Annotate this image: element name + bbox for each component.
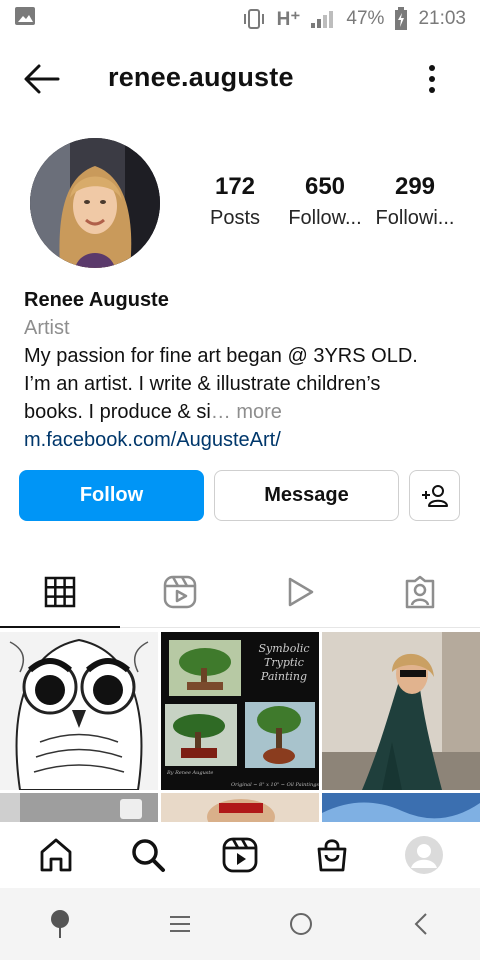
tab-reels[interactable] xyxy=(120,556,240,627)
signal-icon xyxy=(311,11,334,28)
home-button-icon[interactable] xyxy=(288,911,314,937)
tryptic-title-line-3: Painting xyxy=(260,670,308,683)
woman-photo-image xyxy=(322,632,480,790)
recent-apps-icon[interactable] xyxy=(168,912,192,936)
bio-line-2: I’m an artist. I write & illustrate chil… xyxy=(24,373,381,395)
post-thumbnail-tryptic[interactable]: Symbolic Tryptic Painting By Renee Augus… xyxy=(161,632,319,790)
category-label: Artist xyxy=(24,317,70,339)
tagged-icon xyxy=(405,575,435,608)
vibrate-icon xyxy=(243,9,264,29)
posts-count: 172 xyxy=(214,173,256,200)
battery-charging-icon xyxy=(395,7,408,30)
nav-search[interactable] xyxy=(118,825,178,885)
profile-avatar[interactable] xyxy=(30,138,160,268)
system-navigation xyxy=(0,888,480,960)
post-thumbnail-photo[interactable] xyxy=(322,632,480,790)
message-button[interactable]: Message xyxy=(214,470,399,521)
followers-label: Follow... xyxy=(288,207,362,229)
bio-ellipsis: … xyxy=(210,401,231,423)
bio-more-link[interactable]: more xyxy=(236,401,282,423)
reels-icon xyxy=(222,837,258,873)
tryptic-caption-right: Original ~ 8" x 10" ~ Oil Paintings xyxy=(231,782,319,788)
bottom-navigation xyxy=(0,822,480,888)
grid-icon xyxy=(44,576,76,607)
following-label: Followi... xyxy=(375,207,455,229)
tab-grid[interactable] xyxy=(0,556,120,628)
bio-line-1: My passion for fine art began @ 3YRS OLD… xyxy=(24,345,418,367)
video-icon xyxy=(288,577,314,606)
shop-icon xyxy=(317,839,347,872)
nav-reels[interactable] xyxy=(210,825,270,885)
posts-grid: Symbolic Tryptic Painting By Renee Augus… xyxy=(0,632,480,822)
username-title: renee.auguste xyxy=(108,62,294,92)
suggested-users-button[interactable] xyxy=(409,470,460,521)
bio-line-3: books. I produce & si… more xyxy=(24,398,464,426)
profile-header: renee.auguste xyxy=(0,50,480,108)
reels-icon xyxy=(163,575,197,608)
gallery-notification-icon xyxy=(15,7,35,25)
network-type: H⁺ xyxy=(276,8,301,30)
tryptic-title-line-1: Symbolic xyxy=(258,642,310,655)
battery-percent: 47% xyxy=(346,8,385,29)
following-stat[interactable]: 299 Followi... xyxy=(370,172,460,234)
status-bar: H⁺ 47% 21:03 xyxy=(0,0,480,38)
add-person-icon xyxy=(421,484,448,507)
profile-bio: Renee Auguste Artist My passion for fine… xyxy=(24,286,464,454)
post-thumbnail-owl[interactable] xyxy=(0,632,158,790)
nav-home[interactable] xyxy=(26,825,86,885)
tryptic-caption-left: By Renee Auguste xyxy=(167,770,214,776)
back-arrow-icon[interactable] xyxy=(22,62,62,96)
tab-tagged[interactable] xyxy=(360,556,480,627)
display-name: Renee Auguste xyxy=(24,289,169,311)
tab-videos[interactable] xyxy=(240,556,360,627)
nav-profile[interactable] xyxy=(394,825,454,885)
follow-button[interactable]: Follow xyxy=(19,470,204,521)
tryptic-title-line-2: Tryptic xyxy=(264,656,304,669)
posts-stat[interactable]: 172 Posts xyxy=(190,172,280,234)
post-row2-1-image xyxy=(0,793,158,822)
clock: 21:03 xyxy=(418,8,466,29)
profile-photo xyxy=(30,138,160,268)
bio-website-link[interactable]: m.facebook.com/AugusteArt/ xyxy=(24,426,464,454)
post-row2-3-image xyxy=(322,793,480,822)
home-icon xyxy=(40,838,72,872)
search-icon xyxy=(132,839,165,872)
nav-shop[interactable] xyxy=(302,825,362,885)
post-row2-2-image xyxy=(161,793,319,822)
posts-label: Posts xyxy=(209,207,261,229)
followers-count: 650 xyxy=(304,173,346,200)
profile-avatar-icon xyxy=(405,836,443,874)
bio-line-3-text: books. I produce & si xyxy=(24,401,211,423)
post-thumbnail-row2-2[interactable] xyxy=(161,793,319,822)
followers-stat[interactable]: 650 Follow... xyxy=(280,172,370,234)
back-button-icon[interactable] xyxy=(410,911,432,937)
profile-stats: 172 Posts 650 Follow... 299 Followi... xyxy=(190,172,480,234)
tryptic-title: Symbolic Tryptic Painting xyxy=(253,642,315,684)
post-thumbnail-row2-1[interactable] xyxy=(0,793,158,822)
following-count: 299 xyxy=(394,173,436,200)
more-options-icon[interactable] xyxy=(418,60,446,98)
owl-drawing-image xyxy=(0,632,158,790)
post-thumbnail-row2-3[interactable] xyxy=(322,793,480,822)
profile-tabs xyxy=(0,556,480,628)
assistant-icon[interactable] xyxy=(48,909,72,939)
